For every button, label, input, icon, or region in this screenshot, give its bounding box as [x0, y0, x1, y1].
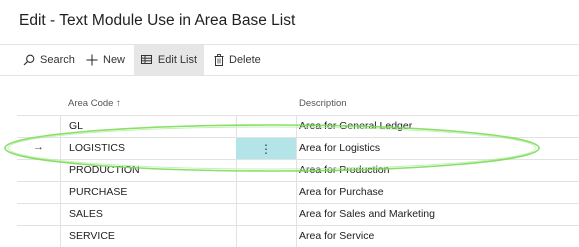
column-divider — [296, 204, 297, 225]
plus-icon — [86, 54, 98, 66]
list-grid: GL Area for General Ledger → LOGISTICS ⋮… — [17, 115, 579, 247]
column-divider — [296, 160, 297, 181]
sort-ascending-icon: ↑ — [116, 98, 121, 109]
table-row[interactable]: PURCHASE Area for Purchase — [17, 181, 579, 203]
column-divider — [60, 160, 61, 181]
description-cell[interactable]: Area for Purchase — [299, 186, 384, 198]
edit-list-label: Edit List — [157, 54, 198, 66]
delete-label: Delete — [229, 54, 261, 66]
column-divider — [60, 138, 61, 159]
table-row[interactable]: SALES Area for Sales and Marketing — [17, 203, 579, 225]
column-divider — [236, 160, 237, 181]
description-cell[interactable]: Area for General Ledger — [299, 120, 412, 132]
table-row[interactable]: GL Area for General Ledger — [17, 115, 579, 137]
column-divider — [236, 116, 237, 137]
column-divider — [296, 182, 297, 203]
column-divider — [60, 116, 61, 137]
description-cell[interactable]: Area for Service — [299, 230, 374, 242]
row-actions-menu-button[interactable]: ⋮ — [236, 138, 296, 159]
table-row-selected[interactable]: → LOGISTICS ⋮ Area for Logistics — [17, 137, 579, 159]
delete-button[interactable]: Delete — [214, 45, 261, 75]
description-cell[interactable]: Area for Sales and Marketing — [299, 208, 435, 220]
vertical-ellipsis-icon: ⋮ — [260, 141, 272, 156]
column-divider — [236, 182, 237, 203]
action-bar: Search New Edit List Delete — [0, 44, 579, 76]
column-divider — [296, 226, 297, 247]
area-code-cell[interactable]: SERVICE — [69, 230, 115, 242]
trash-icon — [214, 54, 224, 66]
column-divider — [296, 116, 297, 137]
current-row-arrow-icon: → — [33, 141, 44, 153]
description-cell[interactable]: Area for Logistics — [299, 142, 380, 154]
new-button[interactable]: New — [86, 45, 125, 75]
column-divider — [236, 204, 237, 225]
new-label: New — [103, 54, 126, 66]
column-divider — [296, 138, 297, 159]
column-divider — [60, 182, 61, 203]
table-row[interactable]: PRODUCTION Area for Production — [17, 159, 579, 181]
search-label: Search — [40, 54, 75, 66]
edit-list-button[interactable]: Edit List — [134, 45, 204, 75]
column-header-description[interactable]: Description — [299, 98, 347, 109]
area-code-cell[interactable]: SALES — [69, 208, 103, 220]
column-divider — [60, 226, 61, 247]
column-divider — [60, 204, 61, 225]
description-cell[interactable]: Area for Production — [299, 164, 389, 176]
area-code-cell[interactable]: LOGISTICS — [69, 142, 125, 154]
area-code-cell[interactable]: PRODUCTION — [69, 164, 140, 176]
column-header-area-code[interactable]: Area Code ↑ — [68, 98, 121, 109]
column-divider — [236, 226, 237, 247]
column-header-area-code-label: Area Code — [68, 98, 114, 109]
table-row[interactable]: SERVICE Area for Service — [17, 225, 579, 247]
search-icon — [23, 54, 35, 66]
search-button[interactable]: Search — [23, 45, 75, 75]
edit-list-icon — [140, 54, 153, 66]
area-code-cell[interactable]: PURCHASE — [69, 186, 127, 198]
page-title: Edit - Text Module Use in Area Base List — [19, 12, 296, 29]
area-code-cell[interactable]: GL — [69, 120, 83, 132]
